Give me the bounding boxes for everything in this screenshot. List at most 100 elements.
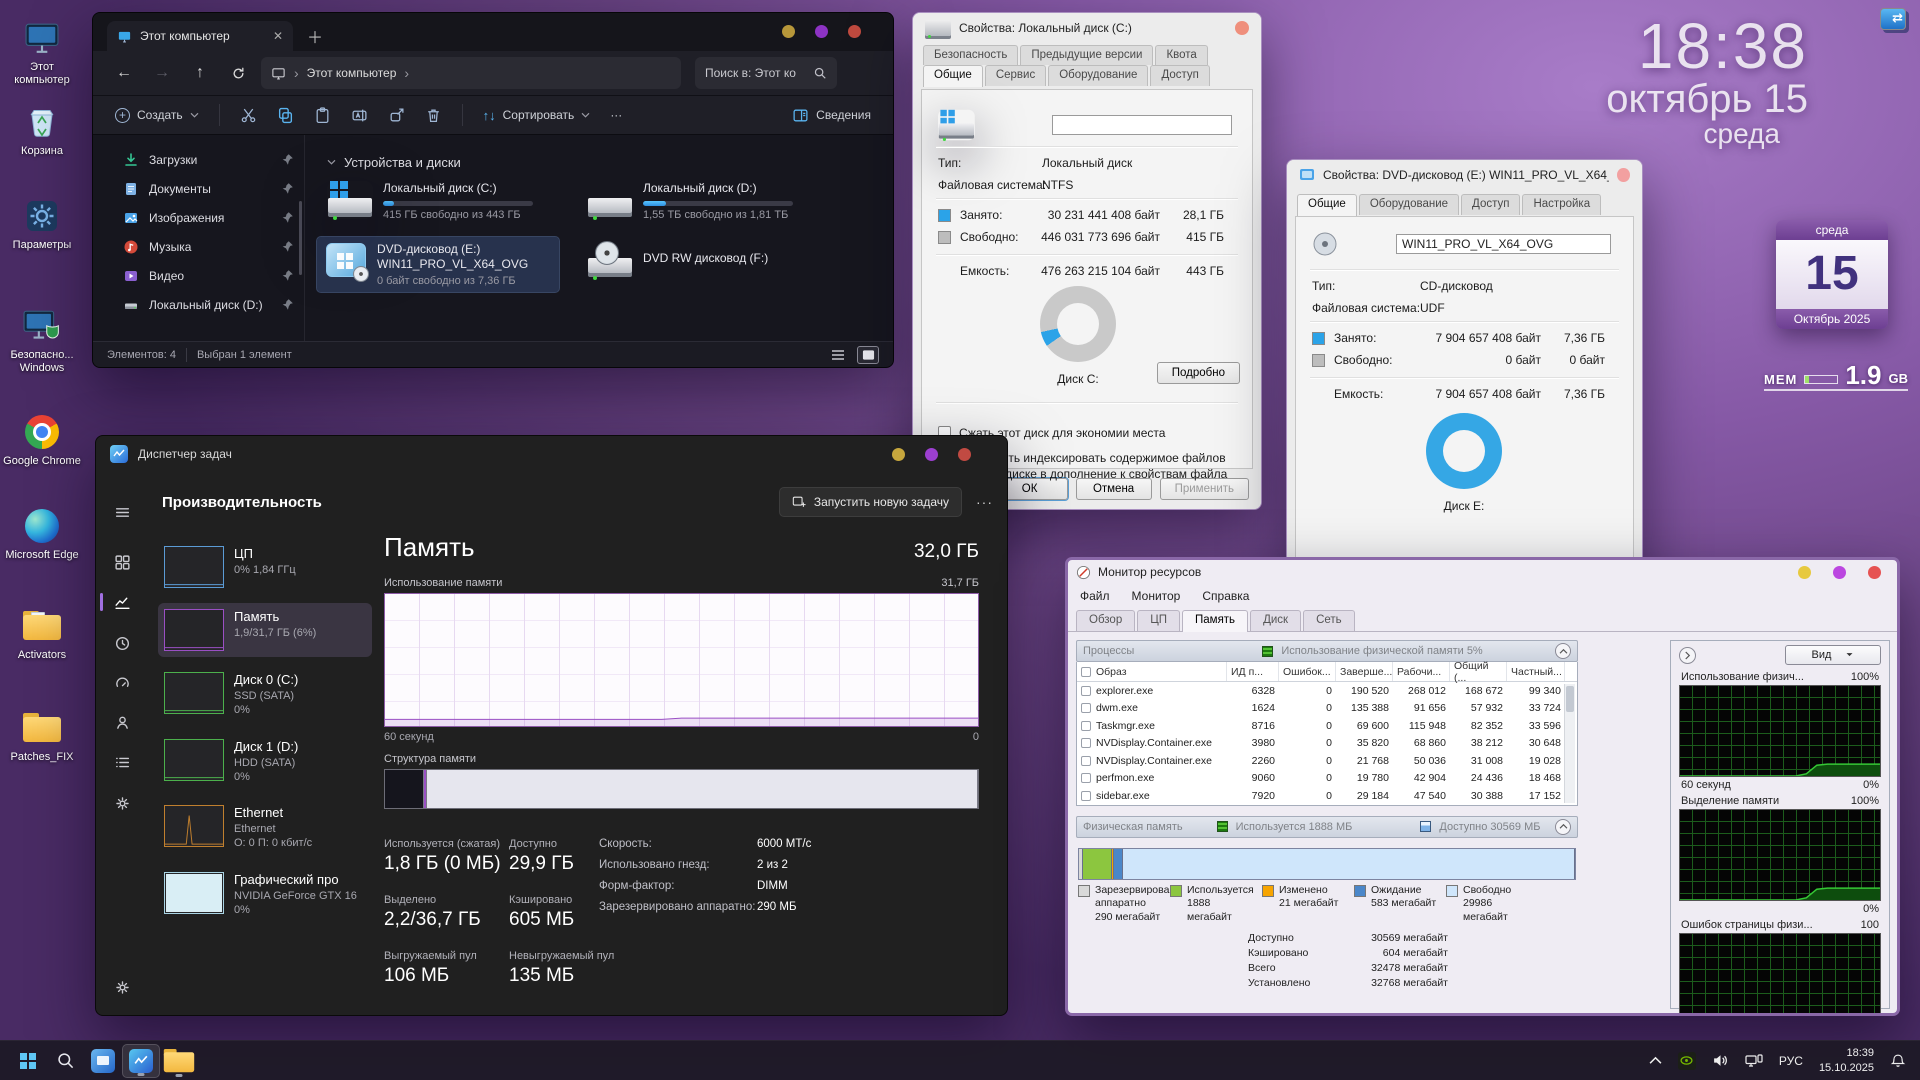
drive-tile-d[interactable]: Локальный диск (D:) 1,55 ТБ свободно из … bbox=[587, 181, 793, 221]
tab-network[interactable]: Сеть bbox=[1303, 610, 1355, 631]
process-row[interactable]: Taskmgr.exe8716069 600115 94882 35233 59… bbox=[1077, 717, 1565, 735]
menu-monitor[interactable]: Монитор bbox=[1132, 589, 1181, 603]
desktop-icon-settings[interactable]: Параметры bbox=[2, 196, 82, 252]
row-checkbox[interactable] bbox=[1081, 703, 1091, 713]
column-header[interactable]: ИД п... bbox=[1227, 662, 1279, 681]
volume-label-input[interactable] bbox=[1396, 234, 1611, 254]
back-button[interactable]: ← bbox=[109, 58, 139, 88]
minimize-button[interactable] bbox=[1798, 566, 1811, 579]
drive-tile-e-selected[interactable]: DVD-дисковод (E:) WIN11_PRO_VL_X64_OVG 0… bbox=[317, 237, 559, 292]
large-icons-view-button[interactable] bbox=[857, 346, 879, 364]
tab-overview[interactable]: Обзор bbox=[1076, 610, 1135, 631]
view-dropdown[interactable]: Вид bbox=[1785, 645, 1881, 665]
rail-hamburger-icon[interactable] bbox=[106, 496, 138, 528]
desktop-icon-activators[interactable]: Activators bbox=[2, 606, 82, 662]
sidebar-item-doc[interactable]: Документы bbox=[93, 174, 304, 203]
expand-panel-button[interactable] bbox=[1679, 647, 1696, 664]
rail-app-history-icon[interactable] bbox=[106, 627, 138, 659]
tray-chevron-up-icon[interactable] bbox=[1643, 1044, 1668, 1078]
cut-button[interactable] bbox=[232, 101, 265, 130]
breadcrumb[interactable]: Этот компьютер bbox=[307, 66, 397, 80]
tab-close-icon[interactable]: ✕ bbox=[273, 29, 283, 43]
sort-button[interactable]: ↑↓ Сортировать bbox=[475, 102, 599, 129]
corner-gadget-icon[interactable]: ⇄ bbox=[1874, 2, 1916, 42]
tab-disk[interactable]: Диск bbox=[1250, 610, 1301, 631]
rail-performance-icon[interactable] bbox=[106, 586, 138, 618]
row-checkbox[interactable] bbox=[1081, 721, 1091, 731]
taskbar-task-manager-icon[interactable] bbox=[122, 1044, 160, 1078]
menu-file[interactable]: Файл bbox=[1080, 589, 1110, 603]
tray-notifications-bell-icon[interactable] bbox=[1884, 1044, 1912, 1078]
rail-startup-apps-icon[interactable] bbox=[106, 666, 138, 698]
tab-sharing[interactable]: Доступ bbox=[1461, 194, 1520, 215]
close-button[interactable] bbox=[1617, 168, 1630, 182]
process-row[interactable]: sidebar.exe7920029 18447 54030 38817 152 bbox=[1077, 787, 1565, 805]
row-checkbox[interactable] bbox=[1081, 773, 1091, 783]
perf-card-3[interactable]: Диск 1 (D:)HDD (SATA)0% bbox=[158, 733, 372, 791]
row-checkbox[interactable] bbox=[1081, 738, 1091, 748]
up-button[interactable]: ↑ bbox=[185, 58, 215, 88]
search-input[interactable]: Поиск в: Этот ко bbox=[695, 57, 837, 89]
more-options-button[interactable]: ··· bbox=[976, 494, 993, 510]
perf-card-0[interactable]: ЦП0% 1,84 ГГц bbox=[158, 540, 372, 594]
process-row[interactable]: dwm.exe16240135 38891 65657 93233 724 bbox=[1077, 700, 1565, 718]
address-bar[interactable]: › Этот компьютер › bbox=[261, 57, 681, 89]
rail-processes-icon[interactable] bbox=[106, 546, 138, 578]
close-button[interactable] bbox=[958, 448, 971, 461]
forward-button[interactable]: → bbox=[147, 58, 177, 88]
maximize-button[interactable] bbox=[1833, 566, 1846, 579]
desktop-icon-microsoft-edge[interactable]: Microsoft Edge bbox=[2, 506, 82, 562]
drive-tile-f[interactable]: DVD RW дисковод (F:) bbox=[587, 241, 768, 279]
taskbar-explorer-icon[interactable] bbox=[160, 1044, 198, 1078]
select-all-checkbox[interactable] bbox=[1081, 667, 1091, 677]
row-checkbox[interactable] bbox=[1081, 791, 1091, 801]
perf-card-4[interactable]: EthernetEthernetО: 0 П: 0 кбит/с bbox=[158, 799, 372, 857]
perf-card-2[interactable]: Диск 0 (C:)SSD (SATA)0% bbox=[158, 666, 372, 724]
rail-settings-gear-icon[interactable] bbox=[106, 971, 138, 1003]
tab-general[interactable]: Общие bbox=[923, 65, 983, 87]
sidebar-item-music[interactable]: Музыка bbox=[93, 232, 304, 261]
perf-card-5[interactable]: Графический проNVIDIA GeForce GTX 160% bbox=[158, 866, 372, 924]
sidebar-item-download[interactable]: Загрузки bbox=[93, 145, 304, 174]
create-button[interactable]: + Создать bbox=[107, 102, 207, 129]
tab-customize[interactable]: Настройка bbox=[1522, 194, 1601, 215]
tray-nvidia-icon[interactable] bbox=[1672, 1044, 1702, 1078]
minimize-button[interactable] bbox=[782, 25, 795, 38]
process-row[interactable]: perfmon.exe9060019 78042 90424 43618 468 bbox=[1077, 770, 1565, 788]
rail-services-icon[interactable] bbox=[106, 787, 138, 819]
column-header[interactable]: Рабочи... bbox=[1393, 662, 1450, 681]
row-checkbox[interactable] bbox=[1081, 756, 1091, 766]
taskbar-pinned-app-icon[interactable] bbox=[84, 1044, 122, 1078]
tray-clock[interactable]: 18:39 15.10.2025 bbox=[1813, 1046, 1880, 1075]
tray-language-indicator[interactable]: РУС bbox=[1773, 1054, 1809, 1068]
close-button[interactable] bbox=[848, 25, 861, 38]
section-header-devices[interactable]: Устройства и диски bbox=[327, 155, 461, 170]
rail-users-icon[interactable] bbox=[106, 706, 138, 738]
column-header[interactable]: Заверше... bbox=[1336, 662, 1393, 681]
row-checkbox[interactable] bbox=[1081, 686, 1091, 696]
tray-network-icon[interactable] bbox=[1739, 1044, 1769, 1078]
maximize-button[interactable] bbox=[925, 448, 938, 461]
desktop-icon-this-pc[interactable]: Этот компьютер bbox=[2, 18, 82, 87]
tab-hardware[interactable]: Оборудование bbox=[1048, 65, 1148, 86]
close-button[interactable] bbox=[1235, 21, 1249, 35]
collapse-button[interactable] bbox=[1555, 643, 1571, 659]
tab-cpu[interactable]: ЦП bbox=[1137, 610, 1180, 631]
tab-memory[interactable]: Память bbox=[1182, 610, 1248, 632]
maximize-button[interactable] bbox=[815, 25, 828, 38]
volume-label-input[interactable] bbox=[1052, 115, 1232, 135]
rail-details-icon[interactable] bbox=[106, 746, 138, 778]
details-view-button[interactable] bbox=[827, 346, 849, 364]
minimize-button[interactable] bbox=[892, 448, 905, 461]
start-button[interactable] bbox=[8, 1044, 46, 1078]
column-header[interactable]: Общий (... bbox=[1450, 662, 1507, 681]
sidebar-item-video[interactable]: Видео bbox=[93, 261, 304, 290]
column-header[interactable]: Образ bbox=[1077, 662, 1227, 681]
desktop-icon-recycle-bin[interactable]: Корзина bbox=[2, 102, 82, 158]
tray-volume-icon[interactable] bbox=[1706, 1044, 1735, 1078]
process-row[interactable]: NVDisplay.Container.exe3980035 82068 860… bbox=[1077, 735, 1565, 753]
share-button[interactable] bbox=[380, 101, 413, 130]
tab-hardware[interactable]: Оборудование bbox=[1359, 194, 1459, 215]
collapse-button[interactable] bbox=[1555, 819, 1571, 835]
copy-button[interactable] bbox=[269, 101, 302, 130]
